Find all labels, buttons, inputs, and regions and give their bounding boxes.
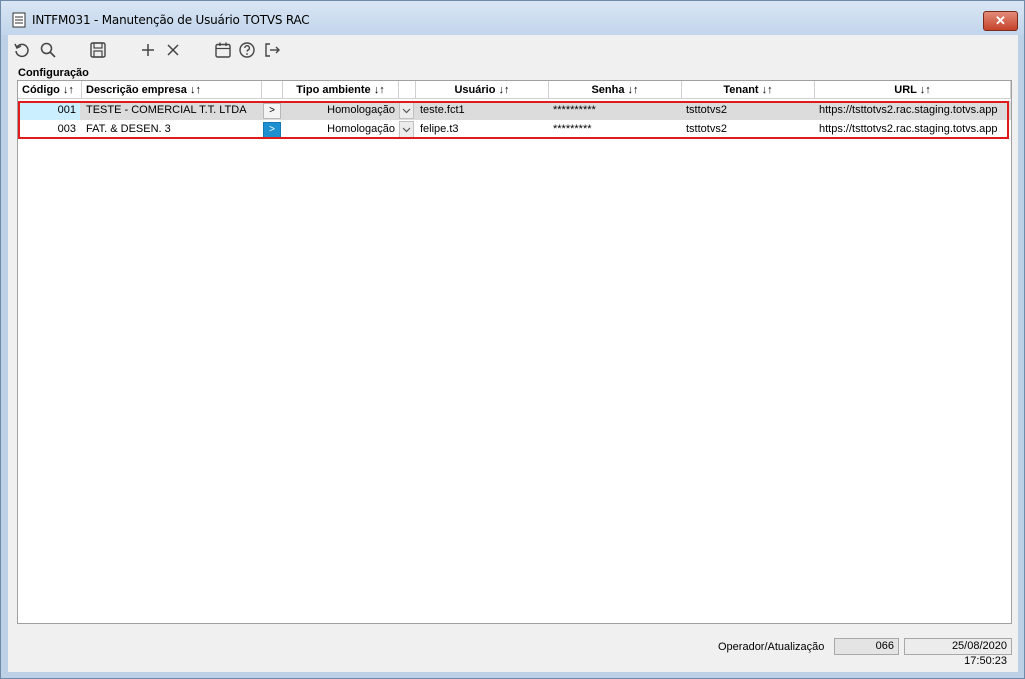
column-header-tipo[interactable]: Tipo ambiente ↓↑ (283, 81, 399, 99)
column-header-url[interactable]: URL ↓↑ (815, 81, 1011, 99)
cell-tipo[interactable]: Homologação (283, 101, 399, 120)
calendar-icon[interactable] (213, 40, 233, 60)
cell-url[interactable]: https://tsttotvs2.rac.staging.totvs.app (815, 120, 1011, 139)
cell-tipo[interactable]: Homologação (283, 120, 399, 139)
dropdown-button[interactable] (399, 102, 414, 119)
title-bar[interactable]: INTFM031 - Manutenção de Usuário TOTVS R… (1, 1, 1024, 35)
column-header-descricao[interactable]: Descrição empresa ↓↑ (82, 81, 262, 99)
column-header-senha[interactable]: Senha ↓↑ (549, 81, 682, 99)
client-area: Configuração Código ↓↑ Descrição empresa… (8, 35, 1018, 672)
users-grid: Código ↓↑ Descrição empresa ↓↑ Tipo ambi… (17, 80, 1012, 624)
document-icon (12, 12, 26, 28)
expand-button[interactable]: > (263, 103, 281, 119)
cell-url[interactable]: https://tsttotvs2.rac.staging.totvs.app (815, 101, 1011, 120)
add-icon[interactable] (138, 40, 158, 60)
chevron-down-icon (402, 108, 411, 113)
column-header-tenant[interactable]: Tenant ↓↑ (682, 81, 815, 99)
cell-empresa[interactable]: TESTE - COMERCIAL T.T. LTDA (82, 101, 262, 120)
cell-usuario[interactable]: teste.fct1 (416, 101, 549, 120)
grid-header: Código ↓↑ Descrição empresa ↓↑ Tipo ambi… (18, 81, 1011, 99)
window-title: INTFM031 - Manutenção de Usuário TOTVS R… (32, 13, 310, 27)
operador-field: 066 (834, 638, 899, 655)
dropdown-button[interactable] (399, 121, 414, 138)
column-header-codigo[interactable]: Código ↓↑ (18, 81, 82, 99)
exit-icon[interactable] (262, 40, 282, 60)
table-row[interactable]: 001 TESTE - COMERCIAL T.T. LTDA > Homolo… (18, 101, 1011, 120)
expand-button[interactable]: > (263, 122, 281, 138)
column-header-action (262, 81, 283, 99)
footer-label: Operador/Atualização (718, 641, 825, 653)
cell-senha[interactable]: ********** (549, 101, 682, 120)
toolbar (8, 35, 1018, 65)
section-title: Configuração (18, 67, 89, 79)
column-header-usuario[interactable]: Usuário ↓↑ (416, 81, 549, 99)
save-icon[interactable] (88, 40, 108, 60)
help-icon[interactable] (237, 40, 257, 60)
cell-tenant[interactable]: tsttotvs2 (682, 120, 815, 139)
cell-codigo[interactable]: 001 (20, 101, 80, 120)
close-button[interactable]: ✕ (983, 11, 1018, 31)
cell-tenant[interactable]: tsttotvs2 (682, 101, 815, 120)
cell-empresa[interactable]: FAT. & DESEN. 3 (82, 120, 262, 139)
delete-icon[interactable] (163, 40, 183, 60)
refresh-icon[interactable] (12, 40, 32, 60)
column-header-dropdown (399, 81, 416, 99)
atualizacao-field: 25/08/2020 17:50:23 (904, 638, 1012, 667)
table-row[interactable]: 003 FAT. & DESEN. 3 > Homologação felipe… (18, 120, 1011, 139)
app-window: INTFM031 - Manutenção de Usuário TOTVS R… (0, 0, 1025, 679)
search-icon[interactable] (38, 40, 58, 60)
cell-codigo[interactable]: 003 (20, 120, 80, 139)
chevron-down-icon (402, 127, 411, 132)
cell-usuario[interactable]: felipe.t3 (416, 120, 549, 139)
cell-senha[interactable]: ********* (549, 120, 682, 139)
